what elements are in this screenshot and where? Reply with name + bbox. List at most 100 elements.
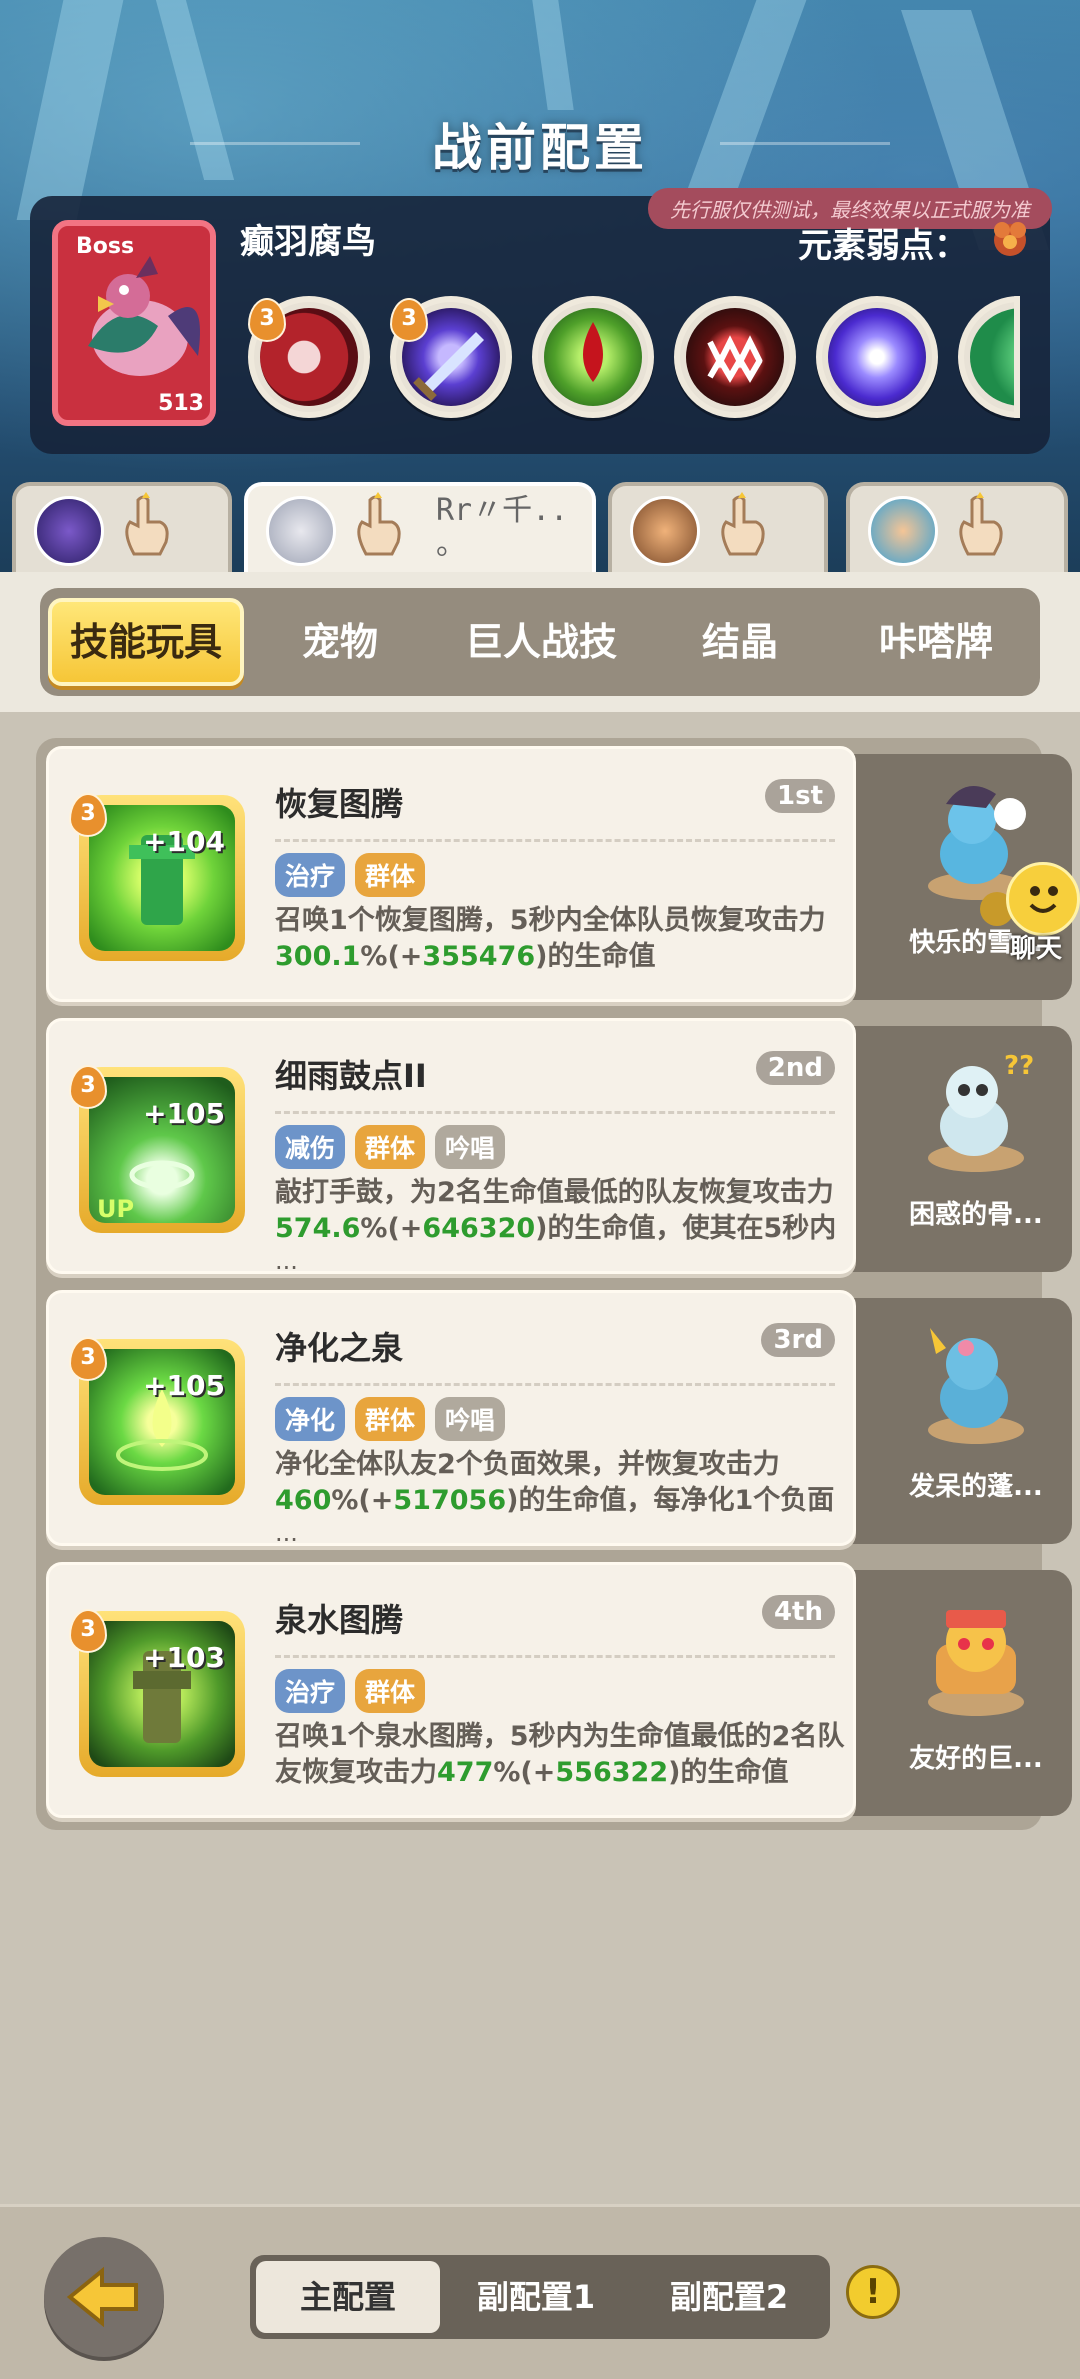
hand-icon: [125, 492, 169, 556]
skill-rank: 1st: [765, 779, 835, 813]
skill-description: 净化全体队友2个负面效果，并恢复攻击力460%(+517056)的生命值，每净化…: [275, 1449, 835, 1516]
description-ellipsis: ...: [275, 1247, 298, 1275]
team-name: Rr〃千.. 。: [436, 493, 569, 562]
boss-tag: Boss: [76, 234, 135, 259]
pet-elephant-icon: [928, 1328, 1024, 1444]
hand-icon: [959, 492, 1003, 556]
skill-name: 泉水图腾: [275, 1601, 404, 1639]
skill-level-badge: 3: [69, 1337, 107, 1381]
boss-skill-sword[interactable]: 3: [390, 296, 512, 418]
skill-name: 细雨鼓点II: [275, 1057, 427, 1095]
skill-level-badge: 3: [69, 793, 107, 837]
boss-info-panel: 先行服仅供测试，最终效果以正式服为准 Boss 513 癫羽腐鸟 元素弱点： 3: [30, 188, 1052, 454]
skill-card[interactable]: +105 3 净化之泉 3rd 净化 群体 吟唱 净化全体队友2个负面效果，并恢复攻…: [46, 1290, 856, 1547]
divider: [275, 1383, 835, 1386]
boss-name: 癫羽腐鸟: [240, 222, 376, 262]
skill-description: 敲打手鼓，为2名生命值最低的队友恢复攻击力574.6%(+646320)的生命值…: [275, 1177, 837, 1244]
skill-description: 召唤1个恢复图腾，5秒内全体队员恢复攻击力300.1%(+355476)的生命值: [275, 905, 826, 972]
svg-text:UP: UP: [97, 1195, 134, 1223]
chat-label[interactable]: 聊天: [1010, 928, 1062, 965]
boss-skill-spirit-flame[interactable]: [816, 296, 938, 418]
skill-row[interactable]: ?? 困惑的骨... UP +105 3 细雨鼓点II 2nd 减伤 群体 吟唱 敲…: [46, 1018, 1072, 1275]
pet-name: 困惑的骨...: [909, 1200, 1043, 1230]
avatar: [630, 496, 700, 566]
skill-level-badge: 3: [69, 1609, 107, 1653]
skill-level-badge: 3: [248, 298, 286, 342]
skill-plus-level: +104: [143, 825, 225, 858]
skill-tags: 治疗 群体: [275, 853, 435, 897]
team-slot-1[interactable]: [12, 482, 232, 574]
drum-icon: UP +105: [89, 1077, 235, 1223]
pet-slot[interactable]: 友好的巨...: [836, 1570, 1072, 1816]
tab-main-config[interactable]: 主配置: [256, 2261, 440, 2333]
skill-card[interactable]: +104 3 恢复图腾 1st 治疗 群体 召唤1个恢复图腾，5秒内全体队员恢复攻…: [46, 746, 856, 1002]
boss-skill-fangs[interactable]: [674, 296, 796, 418]
tab-giant-skills[interactable]: 巨人战技: [436, 598, 646, 686]
tag-heal: 治疗: [275, 853, 346, 897]
skill-row[interactable]: 快乐的雪... +104 3 恢复图腾 1st 治疗 群体 召唤1个恢复图腾，5秒…: [46, 746, 1072, 1002]
skill-name: 净化之泉: [275, 1329, 404, 1367]
boss-level: 513: [158, 391, 204, 416]
chat-button[interactable]: [1006, 862, 1080, 936]
divider: [275, 839, 835, 842]
tab-click-cards[interactable]: 咔嗒牌: [836, 598, 1036, 686]
avatar: [868, 496, 938, 566]
spring-drop-icon: +105: [89, 1349, 235, 1495]
tag-chant: 吟唱: [435, 1125, 506, 1169]
team-slot-4[interactable]: [846, 482, 1068, 574]
skill-plus-level: +105: [143, 1097, 225, 1130]
boss-skill-blood-drop[interactable]: [532, 296, 654, 418]
tab-sub-config-2[interactable]: 副配置2: [636, 2255, 822, 2339]
skill-tags: 减伤 群体 吟唱: [275, 1125, 515, 1169]
back-button[interactable]: [44, 2237, 164, 2357]
skill-card[interactable]: +103 3 泉水图腾 4th 治疗 群体 召唤1个泉水图腾，5秒内为生命值最低的…: [46, 1562, 856, 1818]
tag-group: 群体: [355, 853, 426, 897]
fangs-icon: [707, 335, 763, 383]
warning-icon[interactable]: !: [846, 2265, 900, 2319]
skill-name: 恢复图腾: [275, 785, 404, 823]
skill-tags: 治疗 群体: [275, 1669, 435, 1713]
skill-plus-level: +105: [143, 1369, 225, 1402]
skill-tags: 净化 群体 吟唱: [275, 1397, 515, 1441]
skill-description: 召唤1个泉水图腾，5秒内为生命值最低的2名队友恢复攻击力477%(+556322…: [275, 1721, 845, 1788]
divider: [275, 1655, 835, 1658]
totem-icon: +104: [89, 805, 235, 951]
config-tabs: 主配置 副配置1 副配置2: [250, 2255, 830, 2339]
category-tabs: 技能玩具 宠物 巨人战技 结晶 咔嗒牌: [40, 588, 1040, 696]
blood-drop-icon: [583, 322, 603, 382]
pet-name: 友好的巨...: [909, 1744, 1043, 1774]
tab-crystals[interactable]: 结晶: [660, 598, 820, 686]
pet-slot[interactable]: 发呆的蓬...: [836, 1298, 1072, 1544]
back-arrow-icon: [66, 2266, 138, 2328]
spring-totem-icon: +103: [89, 1621, 235, 1767]
tag-group: 群体: [355, 1669, 426, 1713]
tab-pets[interactable]: 宠物: [260, 598, 420, 686]
pet-dragon-icon: ??: [928, 1051, 1034, 1172]
skill-rank: 2nd: [755, 1051, 835, 1085]
skill-plus-level: +103: [143, 1641, 225, 1674]
team-slot-2[interactable]: Rr〃千.. 。: [244, 482, 596, 574]
tag-damage-reduction: 减伤: [275, 1125, 346, 1169]
tab-skill-toys[interactable]: 技能玩具: [48, 598, 244, 686]
element-weakness-label: 元素弱点：: [798, 226, 968, 266]
pet-name: 发呆的蓬...: [909, 1472, 1043, 1502]
skill-card[interactable]: UP +105 3 细雨鼓点II 2nd 减伤 群体 吟唱 敲打手鼓，为2名生命值最…: [46, 1018, 856, 1275]
bottom-bar: 主配置 副配置1 副配置2 !: [0, 2204, 1080, 2379]
boss-skill-bite[interactable]: 3: [248, 296, 370, 418]
skill-row[interactable]: 发呆的蓬... +105 3 净化之泉 3rd 净化 群体 吟唱 净化全体队友2个负…: [46, 1290, 1072, 1547]
category-bar-container: 技能玩具 宠物 巨人战技 结晶 咔嗒牌: [0, 572, 1080, 712]
description-ellipsis: ...: [275, 1519, 298, 1547]
avatar: [266, 496, 336, 566]
boss-portrait-card[interactable]: Boss 513: [52, 220, 216, 426]
skill-rank: 4th: [761, 1595, 835, 1629]
tag-heal: 治疗: [275, 1669, 346, 1713]
avatar: [34, 496, 104, 566]
tab-sub-config-1[interactable]: 副配置1: [446, 2255, 626, 2339]
tag-group: 群体: [355, 1125, 426, 1169]
team-slot-3[interactable]: [608, 482, 828, 574]
boss-skill-partial[interactable]: [958, 296, 1020, 418]
pet-slot[interactable]: ?? 困惑的骨...: [836, 1026, 1072, 1272]
skill-rank: 3rd: [761, 1323, 835, 1357]
tag-chant: 吟唱: [435, 1397, 506, 1441]
skill-row[interactable]: 友好的巨... +103 3 泉水图腾 4th 治疗 群体 召唤1个泉水图腾，5秒…: [46, 1562, 1072, 1818]
